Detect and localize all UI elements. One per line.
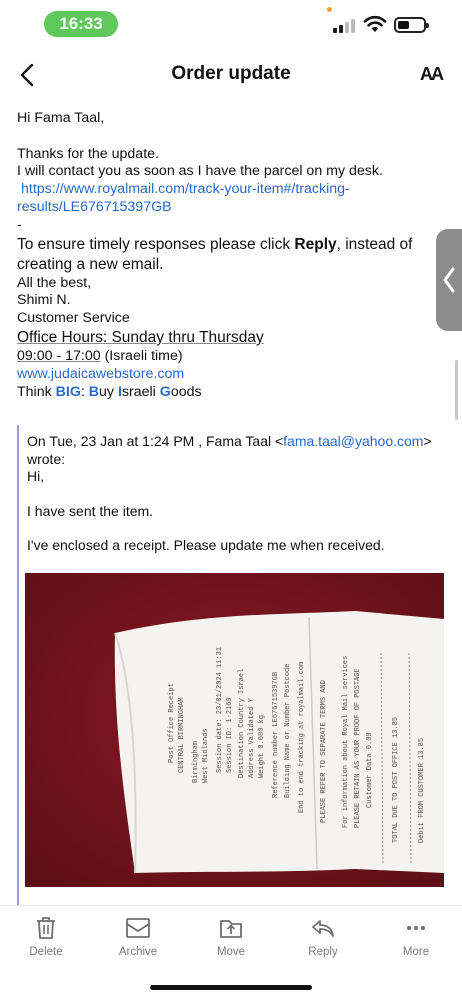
svg-text:End to end tracking at royalma: End to end tracking at royalmail.com	[298, 662, 306, 813]
svg-text:TOTAL DUE TO POST OFFICE: TOTAL DUE TO POST OFFICE 13.85	[392, 717, 400, 843]
text-size-button[interactable]: AA	[420, 64, 444, 85]
body-line: I will contact you as soon as I have the…	[17, 163, 383, 180]
svg-text:Post Office Receipt: Post Office Receipt	[168, 683, 176, 763]
body-line: Thanks for the update.	[17, 145, 159, 162]
tracking-link-continued[interactable]: results/LE676715397GB	[17, 199, 172, 215]
header: Order update AA	[0, 52, 462, 98]
quote-header: On Tue, 23 Jan at 1:24 PM , Fama Taal <f…	[27, 433, 432, 449]
office-hours-time: 09:00 - 17:00 (Israeli time)	[17, 347, 183, 364]
more-dots-icon	[407, 926, 425, 930]
svg-text:Address Validated Y: Address Validated Y	[248, 697, 256, 778]
quote-header-continued: wrote:	[27, 450, 66, 467]
dash-separator: -	[17, 216, 22, 233]
svg-text:For information about Royal Ma: For information about Royal Mail service…	[342, 656, 350, 828]
motto: Think BIG: Buy Israeli Goods	[17, 383, 202, 400]
reply-instruction: To ensure timely responses please click …	[17, 235, 413, 253]
email-body: Hi Fama Taal, Thanks for the update. I w…	[17, 110, 429, 401]
svg-text:Session date: 23/01/2024 11:31: Session date: 23/01/2024 11:31	[216, 647, 224, 773]
svg-text:West Midlands: West Midlands	[202, 728, 210, 783]
sender-department: Customer Service	[17, 310, 130, 327]
reply-button[interactable]: Reply	[288, 916, 358, 958]
reply-instruction-continued: creating a new email.	[17, 255, 164, 273]
status-time: 16:33	[44, 11, 118, 37]
quote-email-link[interactable]: fama.taal@yahoo.com	[283, 433, 423, 449]
more-label: More	[402, 946, 430, 958]
svg-text:CENTRAL BIRMINGHAM: CENTRAL BIRMINGHAM	[178, 697, 186, 773]
svg-text:Reference number LE676715397GB: Reference number LE676715397GB	[272, 672, 280, 798]
cellular-signal-icon	[331, 17, 357, 33]
receipt-photo[interactable]: Post Office Receipt CENTRAL BIRMINGHAM B…	[25, 573, 444, 887]
quoted-message: On Tue, 23 Jan at 1:24 PM , Fama Taal <f…	[17, 425, 452, 905]
receipt-image: Post Office Receipt CENTRAL BIRMINGHAM B…	[25, 573, 444, 887]
sender-name: Shimi N.	[17, 292, 71, 309]
svg-text:Debit FROM CUSTOMER 13.: Debit FROM CUSTOMER 13.85	[418, 738, 426, 843]
move-label: Move	[216, 946, 246, 958]
archive-button[interactable]: Archive	[103, 916, 173, 958]
website-link[interactable]: www.judaicawebstore.com	[17, 366, 184, 382]
office-hours: Office Hours: Sunday thru Thursday	[17, 328, 264, 346]
svg-text:Session ID: 1-2169: Session ID: 1-2169	[226, 697, 234, 773]
battery-icon	[394, 17, 429, 33]
svg-text:Birmingham: Birmingham	[192, 741, 200, 783]
more-button[interactable]: More	[381, 916, 451, 958]
bottom-toolbar: Delete Archive Move Reply More	[0, 905, 462, 975]
reply-icon	[312, 920, 334, 937]
svg-text:PLEASE RETAIN AS YOUR PROOF OF: PLEASE RETAIN AS YOUR PROOF OF POSTAGE	[354, 668, 362, 828]
trash-icon	[37, 917, 55, 939]
scrollbar[interactable]	[455, 360, 458, 420]
privacy-indicator-dot	[327, 7, 332, 12]
svg-text:Weight 0.080 kg: Weight 0.080 kg	[258, 715, 266, 778]
quote-line: I've enclosed a receipt. Please update m…	[27, 537, 385, 554]
home-indicator[interactable]	[150, 985, 312, 990]
wifi-icon	[363, 15, 387, 32]
signoff: All the best,	[17, 274, 92, 291]
greeting: Hi Fama Taal,	[17, 110, 105, 126]
move-folder-icon	[220, 920, 242, 938]
archive-label: Archive	[118, 946, 158, 958]
delete-label: Delete	[29, 946, 63, 958]
svg-text:Building Name or Number Postc: Building Name or Number Postcode	[284, 664, 292, 798]
svg-text:PLEASE REFER TO SEPARATE TERMS: PLEASE REFER TO SEPARATE TERMS AND	[320, 680, 328, 823]
svg-text:Destination Country Israel: Destination Country Israel	[238, 669, 246, 778]
quote-greeting: Hi,	[27, 468, 45, 485]
move-button[interactable]: Move	[196, 916, 266, 958]
side-panel-handle[interactable]	[436, 229, 462, 331]
status-bar: 16:33	[0, 0, 462, 50]
page-title: Order update	[171, 63, 291, 84]
reply-label: Reply	[308, 946, 338, 958]
svg-text:Customer Data 0.00: Customer Data 0.00	[366, 732, 374, 808]
tracking-link[interactable]: https://www.royalmail.com/track-your-ite…	[21, 181, 350, 197]
chevron-left-icon	[443, 267, 455, 293]
quote-line: I have sent the item.	[27, 502, 154, 519]
delete-button[interactable]: Delete	[11, 916, 81, 958]
archive-icon	[126, 918, 150, 938]
